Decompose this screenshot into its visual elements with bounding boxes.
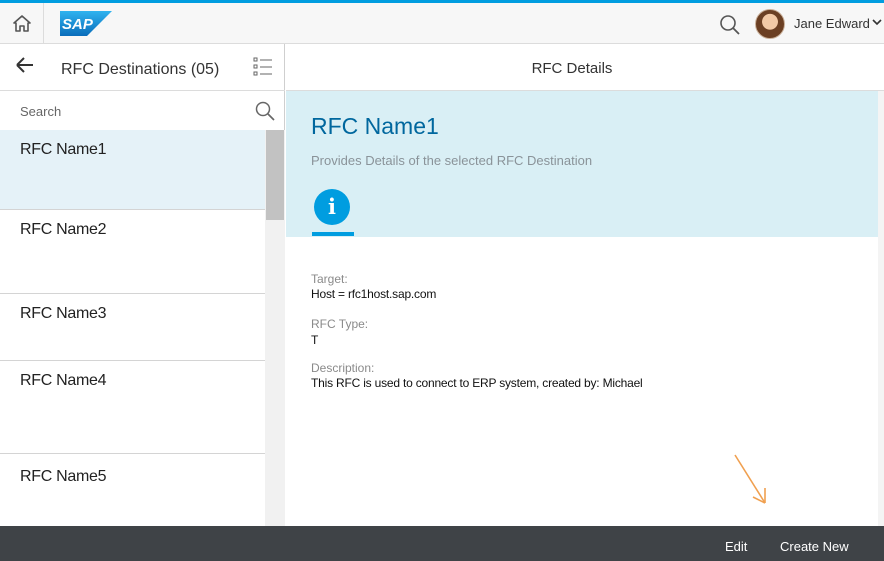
list-item[interactable]: RFC Name1 (0, 130, 265, 210)
detail-scrollbar[interactable] (878, 91, 884, 526)
search-icon (720, 15, 740, 35)
back-arrow-icon[interactable] (14, 54, 36, 82)
list-item[interactable]: RFC Name2 (0, 210, 265, 294)
user-name[interactable]: Jane Edward (794, 16, 870, 31)
master-pane: RFC Destinations (05) RFC Name1 RFC Name… (0, 44, 285, 526)
field-label-description: Description: (311, 361, 375, 375)
field-label-rfc-type: RFC Type: (311, 317, 369, 331)
header-search-button[interactable] (716, 11, 744, 39)
home-button[interactable] (0, 3, 44, 44)
tab-selected-indicator (312, 232, 354, 236)
annotation-arrow (734, 454, 766, 504)
detail-pane: RFC Details RFC Name1 Provides Details o… (286, 44, 884, 526)
home-icon (12, 15, 31, 32)
page-title: RFC Details (531, 60, 613, 77)
create-new-button[interactable]: Create New (780, 539, 849, 554)
field-value-description: This RFC is used to connect to ERP syste… (311, 376, 643, 390)
tab-info[interactable]: i (312, 189, 354, 237)
list-scrollbar[interactable] (265, 130, 285, 526)
list-item-label: RFC Name1 (20, 141, 107, 158)
object-subtitle: Provides Details of the selected RFC Des… (311, 153, 593, 168)
master-title: RFC Destinations (05) (61, 61, 220, 78)
list-item-label: RFC Name3 (20, 305, 107, 322)
svg-text:SAP: SAP (62, 16, 94, 33)
search-bar (0, 91, 285, 130)
list-scroll-thumb[interactable] (266, 130, 284, 220)
detail-header: RFC Details (286, 44, 884, 91)
info-icon: i (314, 189, 350, 225)
search-icon[interactable] (253, 99, 277, 123)
field-label-target: Target: (311, 272, 348, 286)
list-item[interactable]: RFC Name5 (0, 454, 265, 526)
edit-button[interactable]: Edit (725, 539, 747, 554)
list-item-label: RFC Name2 (20, 221, 107, 238)
list-mode-icon[interactable] (253, 56, 273, 78)
object-header: RFC Name1 Provides Details of the select… (286, 91, 878, 237)
master-header: RFC Destinations (05) (0, 44, 285, 91)
rfc-list: RFC Name1 RFC Name2 RFC Name3 RFC Name4 … (0, 130, 265, 526)
chevron-down-icon[interactable] (872, 14, 882, 33)
shell-header: SAP Jane Edward (0, 0, 884, 44)
field-value-rfc-type: T (311, 333, 319, 347)
list-item-label: RFC Name4 (20, 372, 107, 389)
sap-logo[interactable]: SAP (60, 11, 112, 36)
search-input[interactable] (10, 100, 240, 122)
avatar[interactable] (755, 9, 785, 39)
list-item-label: RFC Name5 (20, 468, 107, 485)
list-item[interactable]: RFC Name3 (0, 294, 265, 361)
footer-toolbar: Edit Create New (0, 526, 884, 561)
list-item[interactable]: RFC Name4 (0, 361, 265, 454)
field-value-target: Host = rfc1host.sap.com (311, 287, 437, 301)
object-title: RFC Name1 (311, 113, 439, 139)
